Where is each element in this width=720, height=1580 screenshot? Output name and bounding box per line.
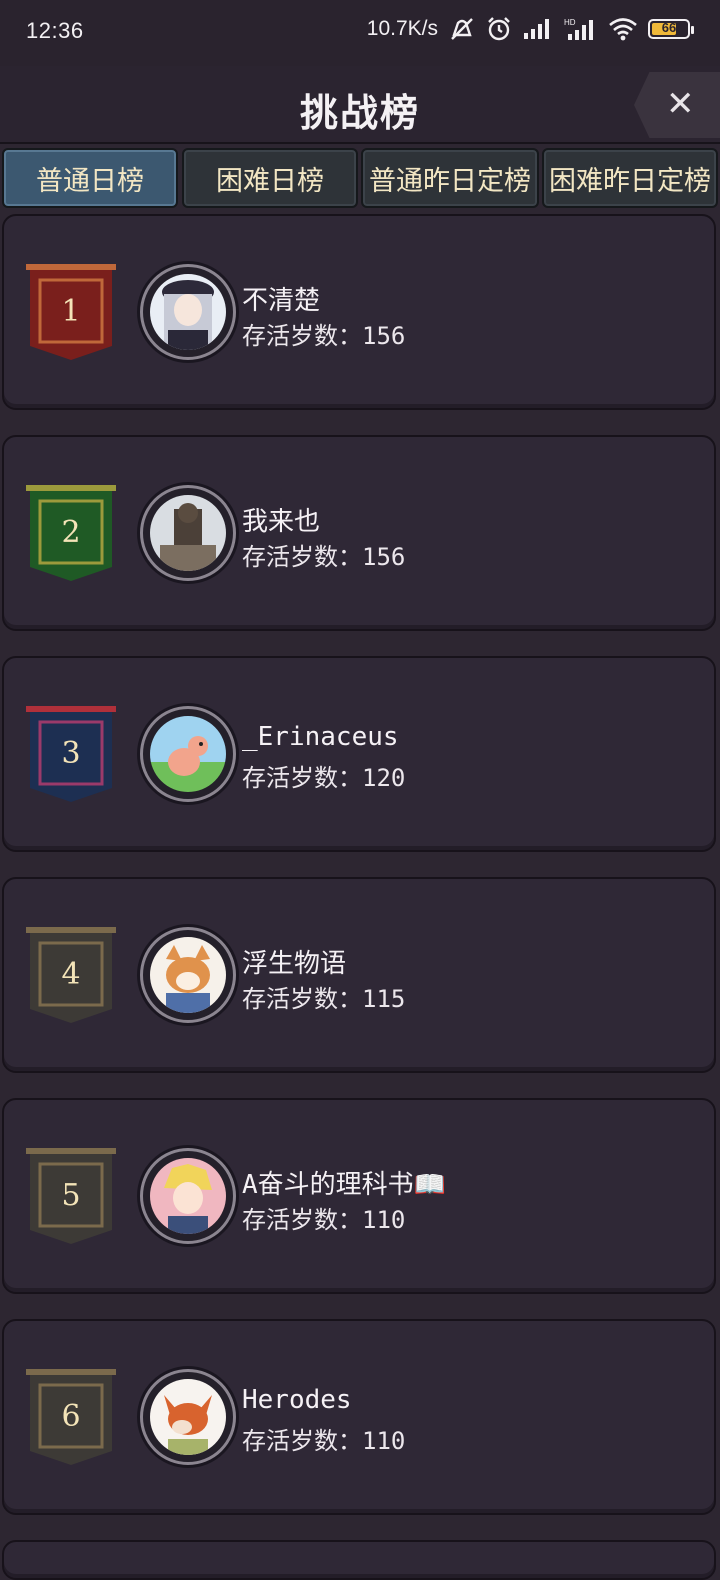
status-icons: 10.7K/s HD 66 [366,16,694,42]
fox-avatar-icon [150,1379,226,1455]
avatar[interactable] [140,706,236,802]
list-item[interactable]: 5 A奋斗的理科书📖 存活岁数：110 [2,1098,716,1294]
status-time: 12:36 [26,18,84,43]
avatar[interactable] [140,927,236,1023]
list-item[interactable]: 1 不清楚 存活岁数：156 [2,214,716,410]
avatar[interactable] [140,264,236,360]
rank-number: 4 [61,957,81,992]
close-icon: ✕ [666,84,695,124]
wifi-icon [608,17,638,41]
tab-normal-daily[interactable]: 普通日榜 [2,148,178,208]
player-score: 存活岁数：156 [242,322,406,350]
tab-hard-yesterday[interactable]: 困难昨日定榜 [542,148,718,208]
net-speed: 10.7K/s [366,17,438,40]
signal-icon [522,18,554,40]
player-score: 存活岁数：120 [242,764,406,792]
mute-icon [448,17,476,41]
player-score: 存活岁数：110 [242,1206,406,1234]
signal-hd-icon: HD [564,17,598,41]
rank-number: 6 [61,1399,81,1434]
leaderboard-tabs: 普通日榜 困难日榜 普通昨日定榜 困难昨日定榜 [0,146,720,212]
duck-avatar-icon [150,716,226,792]
player-name: 不清楚 [242,286,321,316]
close-button[interactable]: ✕ [634,72,720,138]
player-name: 我来也 [242,507,321,537]
avatar[interactable] [140,1369,236,1465]
page-title: 挑战榜 [299,91,420,135]
list-item[interactable]: 6 Herodes 存活岁数：110 [2,1319,716,1515]
player-name: _Erinaceus [242,722,399,752]
avatar[interactable] [140,485,236,581]
player-score: 存活岁数：110 [242,1427,406,1455]
statue-avatar-icon [150,495,226,571]
list-item[interactable] [2,1540,716,1580]
rank-number: 2 [61,515,81,550]
player-score: 存活岁数：156 [242,543,406,571]
tab-hard-daily[interactable]: 困难日榜 [182,148,358,208]
player-score: 存活岁数：115 [242,985,406,1013]
player-name: 浮生物语 [242,949,347,979]
list-item[interactable]: 3 _Erinaceus 存活岁数：120 [2,656,716,852]
battery-icon: 66 [648,19,694,39]
tab-normal-yesterday[interactable]: 普通昨日定榜 [361,148,539,208]
rank-number: 3 [61,736,81,771]
battery-level: 66 [661,20,677,35]
player-name: A奋斗的理科书📖 [242,1170,447,1200]
list-item[interactable]: 4 浮生物语 存活岁数：115 [2,877,716,1073]
avatar[interactable] [140,1148,236,1244]
header: 挑战榜 ✕ [0,66,720,144]
rank-number: 5 [61,1178,81,1213]
alarm-icon [486,16,512,42]
shiba-avatar-icon [150,937,226,1013]
svg-text:HD: HD [564,18,576,27]
rank-number: 1 [61,294,81,329]
anime-girl-avatar-icon [150,274,226,350]
anime-boy-avatar-icon [150,1158,226,1234]
player-name: Herodes [242,1385,352,1415]
status-bar: 12:36 10.7K/s HD 66 [0,0,720,66]
list-item[interactable]: 2 我来也 存活岁数：156 [2,435,716,631]
